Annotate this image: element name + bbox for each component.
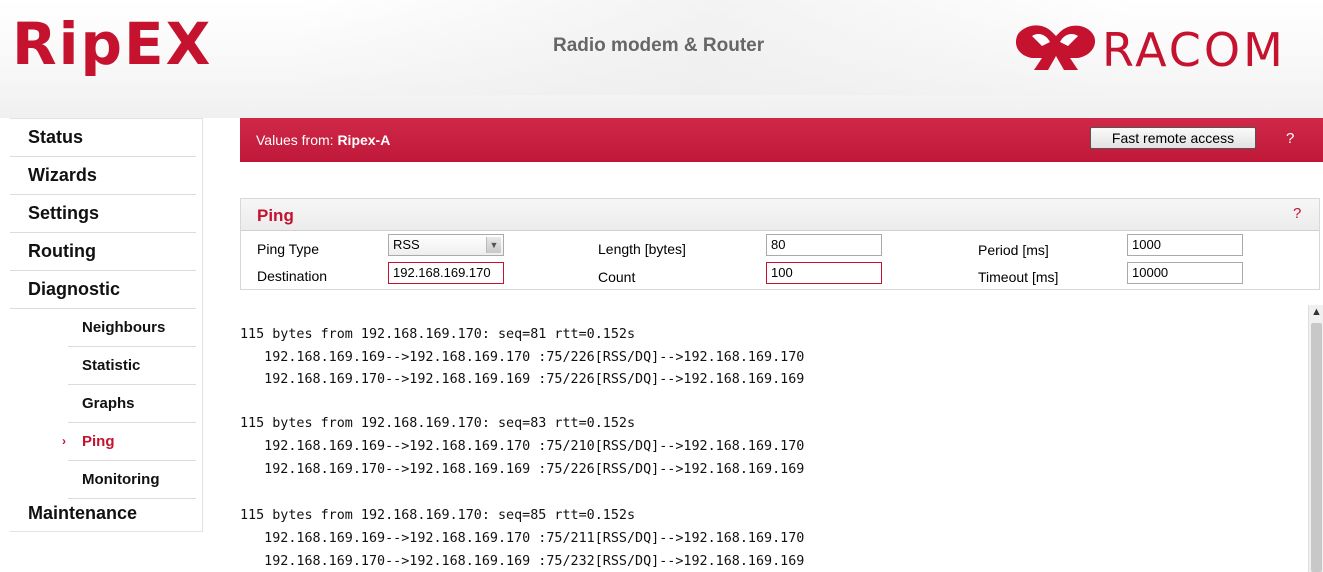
output-scrollbar[interactable]: ▲ xyxy=(1308,305,1323,572)
device-name: Ripex-A xyxy=(337,132,391,148)
sidebar-subitem-label: Monitoring xyxy=(82,471,160,488)
timeout-label: Timeout [ms] xyxy=(978,269,1059,285)
fast-remote-access-button[interactable]: Fast remote access xyxy=(1090,127,1256,149)
period-input[interactable]: 1000 xyxy=(1127,234,1243,256)
header-tagline: Radio modem & Router xyxy=(553,35,765,56)
ping-title: Ping xyxy=(257,206,294,225)
sidebar-item-maintenance[interactable]: Maintenance xyxy=(10,495,196,532)
sidebar-subitem-monitoring[interactable]: Monitoring xyxy=(68,461,196,499)
sidebar-item-settings[interactable]: Settings xyxy=(10,195,196,233)
values-from-bar: Values from: Ripex-A Fast remote access … xyxy=(240,118,1323,162)
ping-output-log[interactable]: 115 bytes from 192.168.169.170: seq=81 r… xyxy=(240,307,1308,572)
sidebar: Status Wizards Settings Routing Diagnost… xyxy=(10,118,203,532)
log-line: 115 bytes from 192.168.169.170: seq=85 r… xyxy=(240,508,636,523)
sidebar-item-wizards[interactable]: Wizards xyxy=(10,157,196,195)
sidebar-subitem-label: Statistic xyxy=(82,357,141,374)
count-input[interactable]: 100 xyxy=(766,262,882,284)
destination-label: Destination xyxy=(257,268,328,284)
sidebar-subitem-ping[interactable]: › Ping xyxy=(62,423,196,461)
scroll-up-icon[interactable]: ▲ xyxy=(1309,305,1323,319)
sidebar-item-diagnostic[interactable]: Diagnostic xyxy=(10,271,196,309)
length-input[interactable]: 80 xyxy=(766,234,882,256)
scroll-thumb[interactable] xyxy=(1311,323,1322,572)
log-line: 192.168.169.169-->192.168.169.170 :75/21… xyxy=(240,531,805,546)
sidebar-subitem-statistic[interactable]: Statistic xyxy=(68,347,196,385)
values-from-text: Values from: Ripex-A xyxy=(256,132,390,148)
log-line: 115 bytes from 192.168.169.170: seq=81 r… xyxy=(240,327,636,342)
chevron-down-icon: ▼ xyxy=(486,237,501,253)
ping-panel: Ping ? Ping Type RSS ▼ Destination 192.1… xyxy=(240,198,1320,290)
ping-type-select[interactable]: RSS ▼ xyxy=(388,234,504,256)
sidebar-subitem-neighbours[interactable]: Neighbours xyxy=(68,309,196,347)
active-arrow-icon: › xyxy=(62,434,66,448)
help-icon[interactable]: ? xyxy=(1286,130,1294,147)
sidebar-subitem-label: Graphs xyxy=(82,395,135,412)
racom-wordmark: RACOM xyxy=(1102,23,1286,77)
ping-type-label: Ping Type xyxy=(257,241,320,257)
racom-logo: RACOM xyxy=(1012,20,1323,80)
timeout-input[interactable]: 10000 xyxy=(1127,262,1243,284)
length-label: Length [bytes] xyxy=(598,241,686,257)
log-line: 192.168.169.170-->192.168.169.169 :75/22… xyxy=(240,372,805,387)
values-from-label: Values from: xyxy=(256,132,338,148)
count-label: Count xyxy=(598,269,636,285)
sidebar-item-status[interactable]: Status xyxy=(10,119,196,157)
log-line: 115 bytes from 192.168.169.170: seq=83 r… xyxy=(240,416,636,431)
sidebar-subitem-graphs[interactable]: Graphs xyxy=(68,385,196,423)
ripex-logo: RipEX xyxy=(12,10,213,78)
log-line: 192.168.169.169-->192.168.169.170 :75/22… xyxy=(240,350,805,365)
ping-help-icon[interactable]: ? xyxy=(1293,205,1301,222)
log-line: 192.168.169.169-->192.168.169.170 :75/21… xyxy=(240,439,805,454)
page-header: RipEX Radio modem & Router RACOM xyxy=(0,0,1323,118)
racom-mark-icon xyxy=(1015,25,1096,70)
destination-input[interactable]: 192.168.169.170 xyxy=(388,262,504,284)
sidebar-subitem-label: Neighbours xyxy=(82,319,166,336)
ping-type-value: RSS xyxy=(393,237,420,252)
log-line: 192.168.169.170-->192.168.169.169 :75/23… xyxy=(240,554,805,569)
sidebar-subitem-label: Ping xyxy=(82,433,115,450)
sidebar-item-routing[interactable]: Routing xyxy=(10,233,196,271)
period-label: Period [ms] xyxy=(978,242,1049,258)
ping-panel-header: Ping ? xyxy=(241,199,1319,231)
log-line: 192.168.169.170-->192.168.169.169 :75/22… xyxy=(240,462,805,477)
